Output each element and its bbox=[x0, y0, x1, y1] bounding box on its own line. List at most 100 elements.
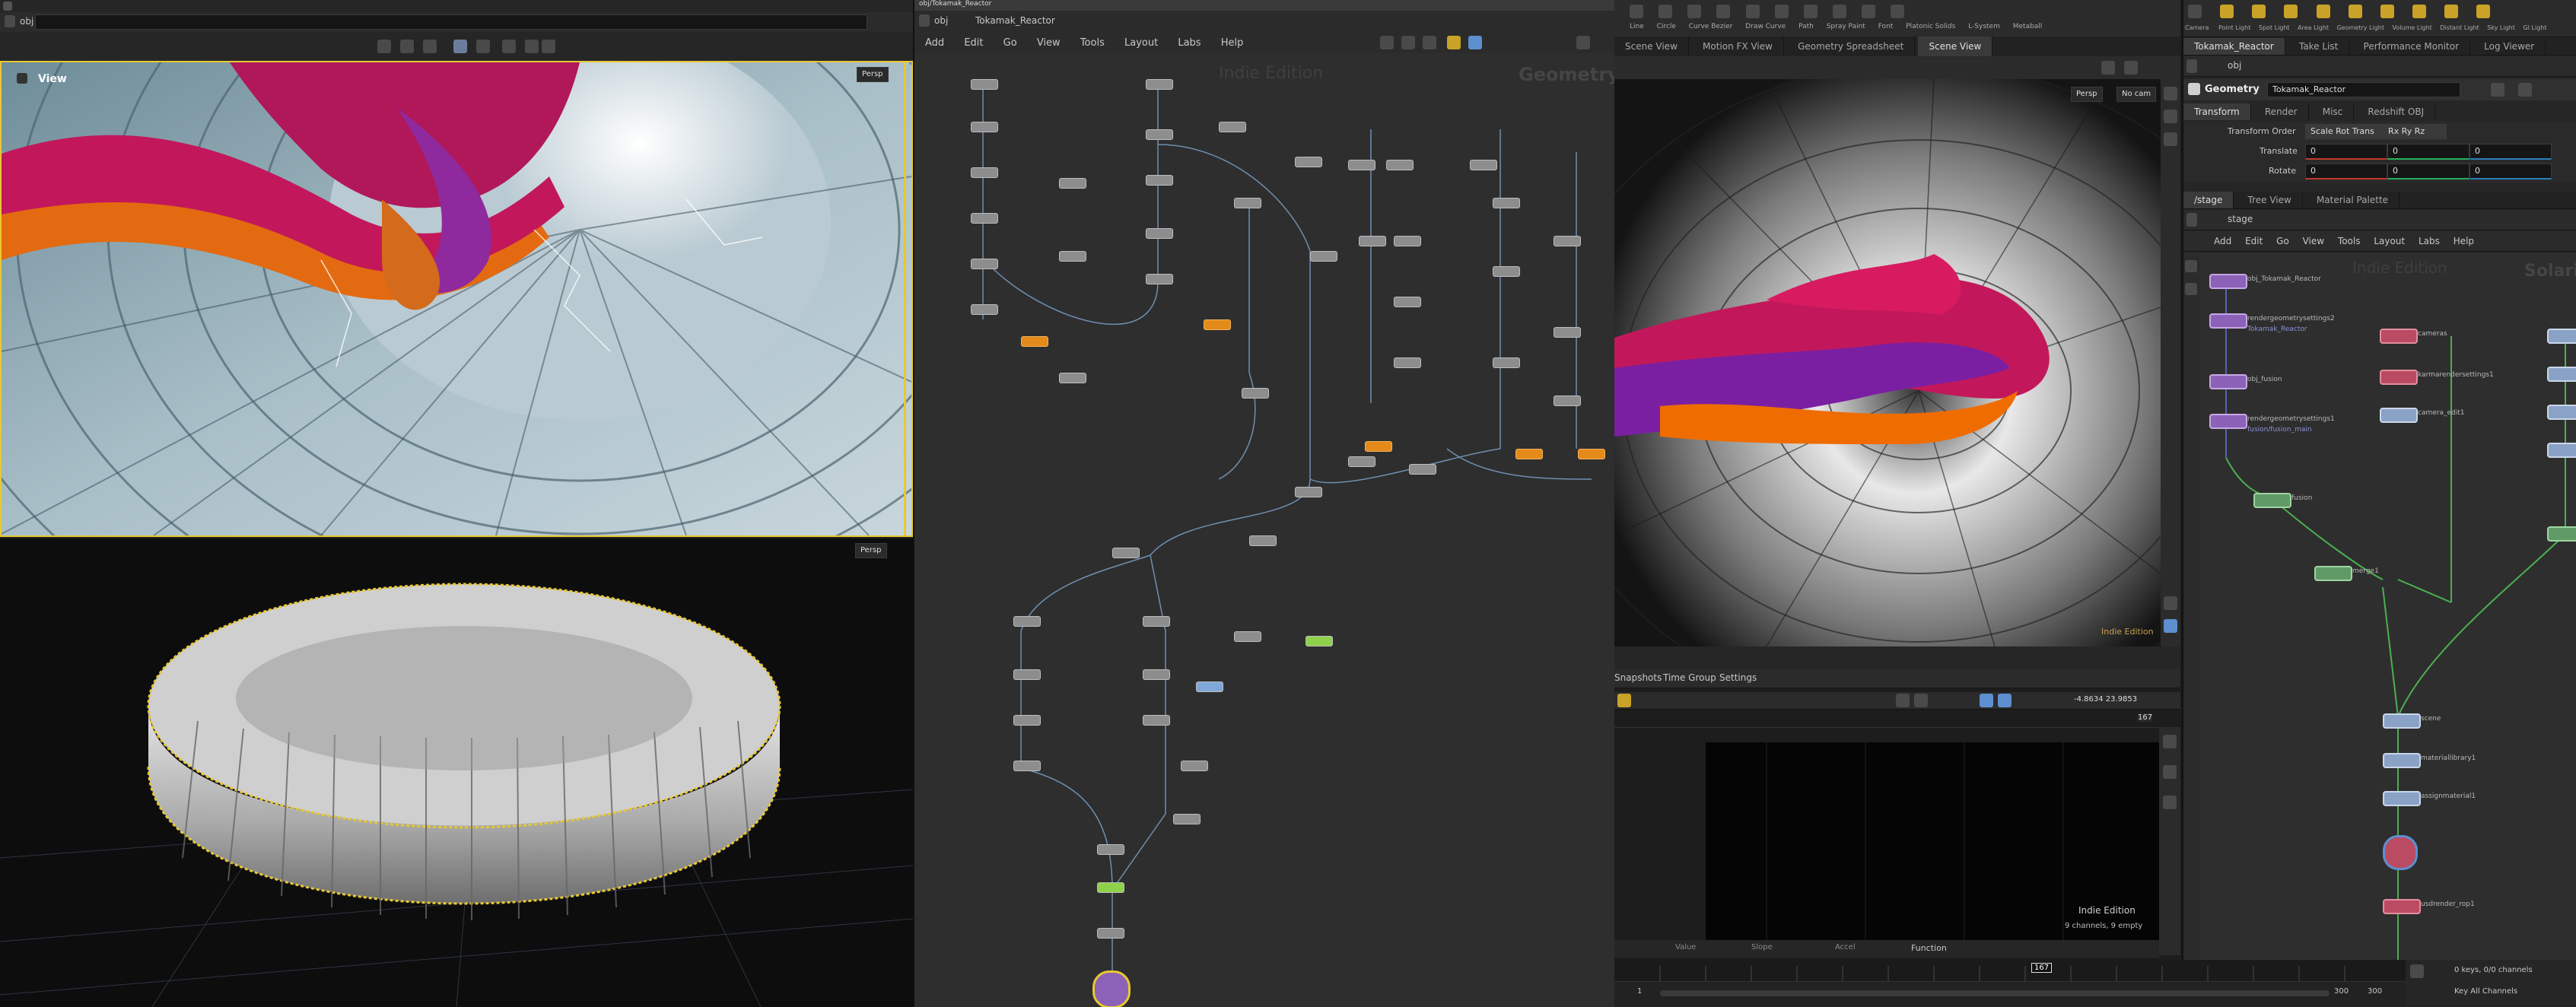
rotate-tool-icon[interactable] bbox=[423, 40, 437, 53]
network-path-root[interactable]: obj bbox=[934, 15, 948, 26]
snap-icon[interactable] bbox=[502, 40, 516, 53]
sop-node[interactable] bbox=[1146, 79, 1173, 90]
tab-motion-fx[interactable]: Motion FX View bbox=[1692, 37, 1784, 56]
network-menu-go[interactable]: Go bbox=[1003, 37, 1017, 49]
side-ghost-icon[interactable] bbox=[2164, 132, 2177, 146]
lop-node-usdrender[interactable] bbox=[2383, 899, 2421, 914]
sop-node[interactable] bbox=[1234, 198, 1261, 208]
sky-light-icon[interactable] bbox=[2444, 5, 2459, 18]
stage-menu-view[interactable]: View bbox=[2303, 236, 2324, 246]
tab-scene-view-1[interactable]: Scene View bbox=[1614, 37, 1689, 56]
timeline-range-slider[interactable] bbox=[1660, 990, 2330, 996]
lock-icon[interactable] bbox=[542, 40, 555, 53]
sop-node[interactable] bbox=[1394, 297, 1421, 307]
sop-node[interactable] bbox=[1143, 669, 1170, 680]
side-template-icon[interactable] bbox=[2164, 596, 2177, 610]
tab-log-viewer[interactable]: Log Viewer bbox=[2473, 38, 2546, 55]
lop-node-merge1[interactable] bbox=[2314, 566, 2352, 581]
lop-node-render-settings[interactable] bbox=[2383, 835, 2418, 870]
circle-tool-icon[interactable] bbox=[1658, 5, 1673, 18]
sop-node[interactable] bbox=[1295, 487, 1322, 497]
view-menu-icon[interactable] bbox=[17, 73, 27, 84]
channel-ruler[interactable]: 167 bbox=[1614, 712, 2159, 728]
platonic-icon[interactable] bbox=[1832, 5, 1846, 18]
sop-node[interactable] bbox=[1493, 198, 1520, 208]
sop-node[interactable] bbox=[971, 259, 998, 269]
output-node[interactable] bbox=[1092, 970, 1131, 1007]
sop-node[interactable] bbox=[1470, 160, 1497, 170]
sop-node[interactable] bbox=[1097, 844, 1124, 855]
rotate-z[interactable]: 0 bbox=[2469, 164, 2552, 179]
sop-node[interactable] bbox=[1059, 251, 1086, 262]
scale-tool-icon[interactable] bbox=[453, 40, 467, 53]
tab-scene-view-2[interactable]: Scene View bbox=[1918, 37, 1993, 56]
stage-side-icon-1[interactable] bbox=[2185, 260, 2197, 272]
stage-menu-add[interactable]: Add bbox=[2214, 236, 2231, 246]
lop-node-fusion-merge[interactable] bbox=[2253, 493, 2291, 508]
sop-node[interactable] bbox=[971, 304, 998, 315]
tab-settings[interactable]: Settings bbox=[1719, 672, 1757, 683]
timeline-ruler[interactable]: 167 bbox=[1614, 960, 2406, 982]
channel-side-icon-3[interactable] bbox=[2163, 796, 2177, 809]
path-tool-icon[interactable] bbox=[1745, 5, 1760, 18]
sop-node[interactable] bbox=[1348, 160, 1375, 170]
lop-node-karma-settings[interactable] bbox=[2380, 370, 2418, 385]
params-gear-icon[interactable] bbox=[2491, 83, 2504, 97]
network-menu-help[interactable]: Help bbox=[1221, 37, 1244, 49]
gi-light-icon[interactable] bbox=[2476, 5, 2491, 18]
persp-menu-bottom[interactable]: Persp bbox=[855, 543, 887, 558]
line-tool-icon[interactable] bbox=[1630, 5, 1643, 18]
camera-icon[interactable] bbox=[525, 40, 539, 53]
network-tools-icon[interactable] bbox=[1380, 36, 1394, 49]
network-back-icon[interactable] bbox=[919, 14, 930, 27]
channel-view-icon[interactable] bbox=[1980, 694, 1993, 707]
lop-node-rendergeo1[interactable] bbox=[2209, 414, 2247, 429]
sop-node[interactable] bbox=[1059, 373, 1086, 383]
sop-node[interactable] bbox=[971, 122, 998, 132]
tab-time-group[interactable]: Time Group bbox=[1663, 672, 1716, 683]
side-grid-icon[interactable] bbox=[2164, 619, 2177, 633]
stage-menu-edit[interactable]: Edit bbox=[2245, 236, 2263, 246]
back-icon[interactable] bbox=[5, 15, 15, 27]
channel-key-icon[interactable] bbox=[1617, 694, 1631, 707]
lop-node-right-1[interactable] bbox=[2547, 329, 2576, 344]
lop-node-rendergeo2[interactable] bbox=[2209, 313, 2247, 329]
draw-curve-icon[interactable] bbox=[1716, 5, 1731, 18]
sop-node[interactable] bbox=[1394, 236, 1421, 246]
tab-stage[interactable]: /stage bbox=[2183, 192, 2234, 208]
rot-order-select[interactable]: Rx Ry Rz bbox=[2383, 124, 2447, 139]
stage-canvas[interactable]: Indie Edition Solaris obj_Tokamak_Reacto… bbox=[2200, 253, 2576, 975]
stage-menu-layout[interactable]: Layout bbox=[2374, 236, 2405, 246]
sop-node[interactable] bbox=[1554, 236, 1581, 246]
subtab-transform[interactable]: Transform bbox=[2183, 103, 2251, 120]
sop-node[interactable] bbox=[1173, 814, 1201, 824]
distant-light-icon[interactable] bbox=[2380, 5, 2394, 18]
tab-performance[interactable]: Performance Monitor bbox=[2353, 38, 2471, 55]
persp-menu-right[interactable]: Persp bbox=[2071, 87, 2103, 102]
geometry-light-icon[interactable] bbox=[2316, 5, 2330, 18]
subtab-redshift[interactable]: Redshift OBJ bbox=[2357, 103, 2436, 120]
sop-node[interactable] bbox=[1493, 357, 1520, 368]
params-back-icon[interactable] bbox=[2186, 59, 2197, 73]
channel-handle-icon[interactable] bbox=[1914, 694, 1928, 707]
sop-node[interactable] bbox=[1386, 160, 1414, 170]
network-canvas[interactable]: Indie Edition Geometry bbox=[914, 53, 1614, 1007]
params-path[interactable]: obj bbox=[2228, 60, 2241, 71]
network-flag-icon[interactable] bbox=[1468, 36, 1482, 49]
app-menu-icon[interactable] bbox=[3, 2, 12, 11]
lop-node-right-5[interactable] bbox=[2547, 526, 2576, 542]
sop-node-null[interactable] bbox=[1578, 449, 1605, 459]
lop-node-scene[interactable] bbox=[2383, 713, 2421, 729]
lop-node-materiallibrary[interactable] bbox=[2383, 753, 2421, 768]
network-snap-icon[interactable] bbox=[1447, 36, 1461, 49]
subtab-render[interactable]: Render bbox=[2254, 103, 2309, 120]
sop-node[interactable] bbox=[1181, 761, 1208, 771]
translate-x[interactable]: 0 bbox=[2305, 144, 2387, 160]
stage-side-icon-2[interactable] bbox=[2185, 283, 2197, 295]
network-path-node[interactable]: Tokamak_Reactor bbox=[975, 15, 1055, 26]
channel-side-icon-1[interactable] bbox=[2163, 735, 2177, 748]
channel-tangent-icon[interactable] bbox=[1896, 694, 1910, 707]
sop-node[interactable] bbox=[1146, 228, 1173, 239]
tab-take-list[interactable]: Take List bbox=[2288, 38, 2350, 55]
lop-node-right-3[interactable] bbox=[2547, 405, 2576, 420]
